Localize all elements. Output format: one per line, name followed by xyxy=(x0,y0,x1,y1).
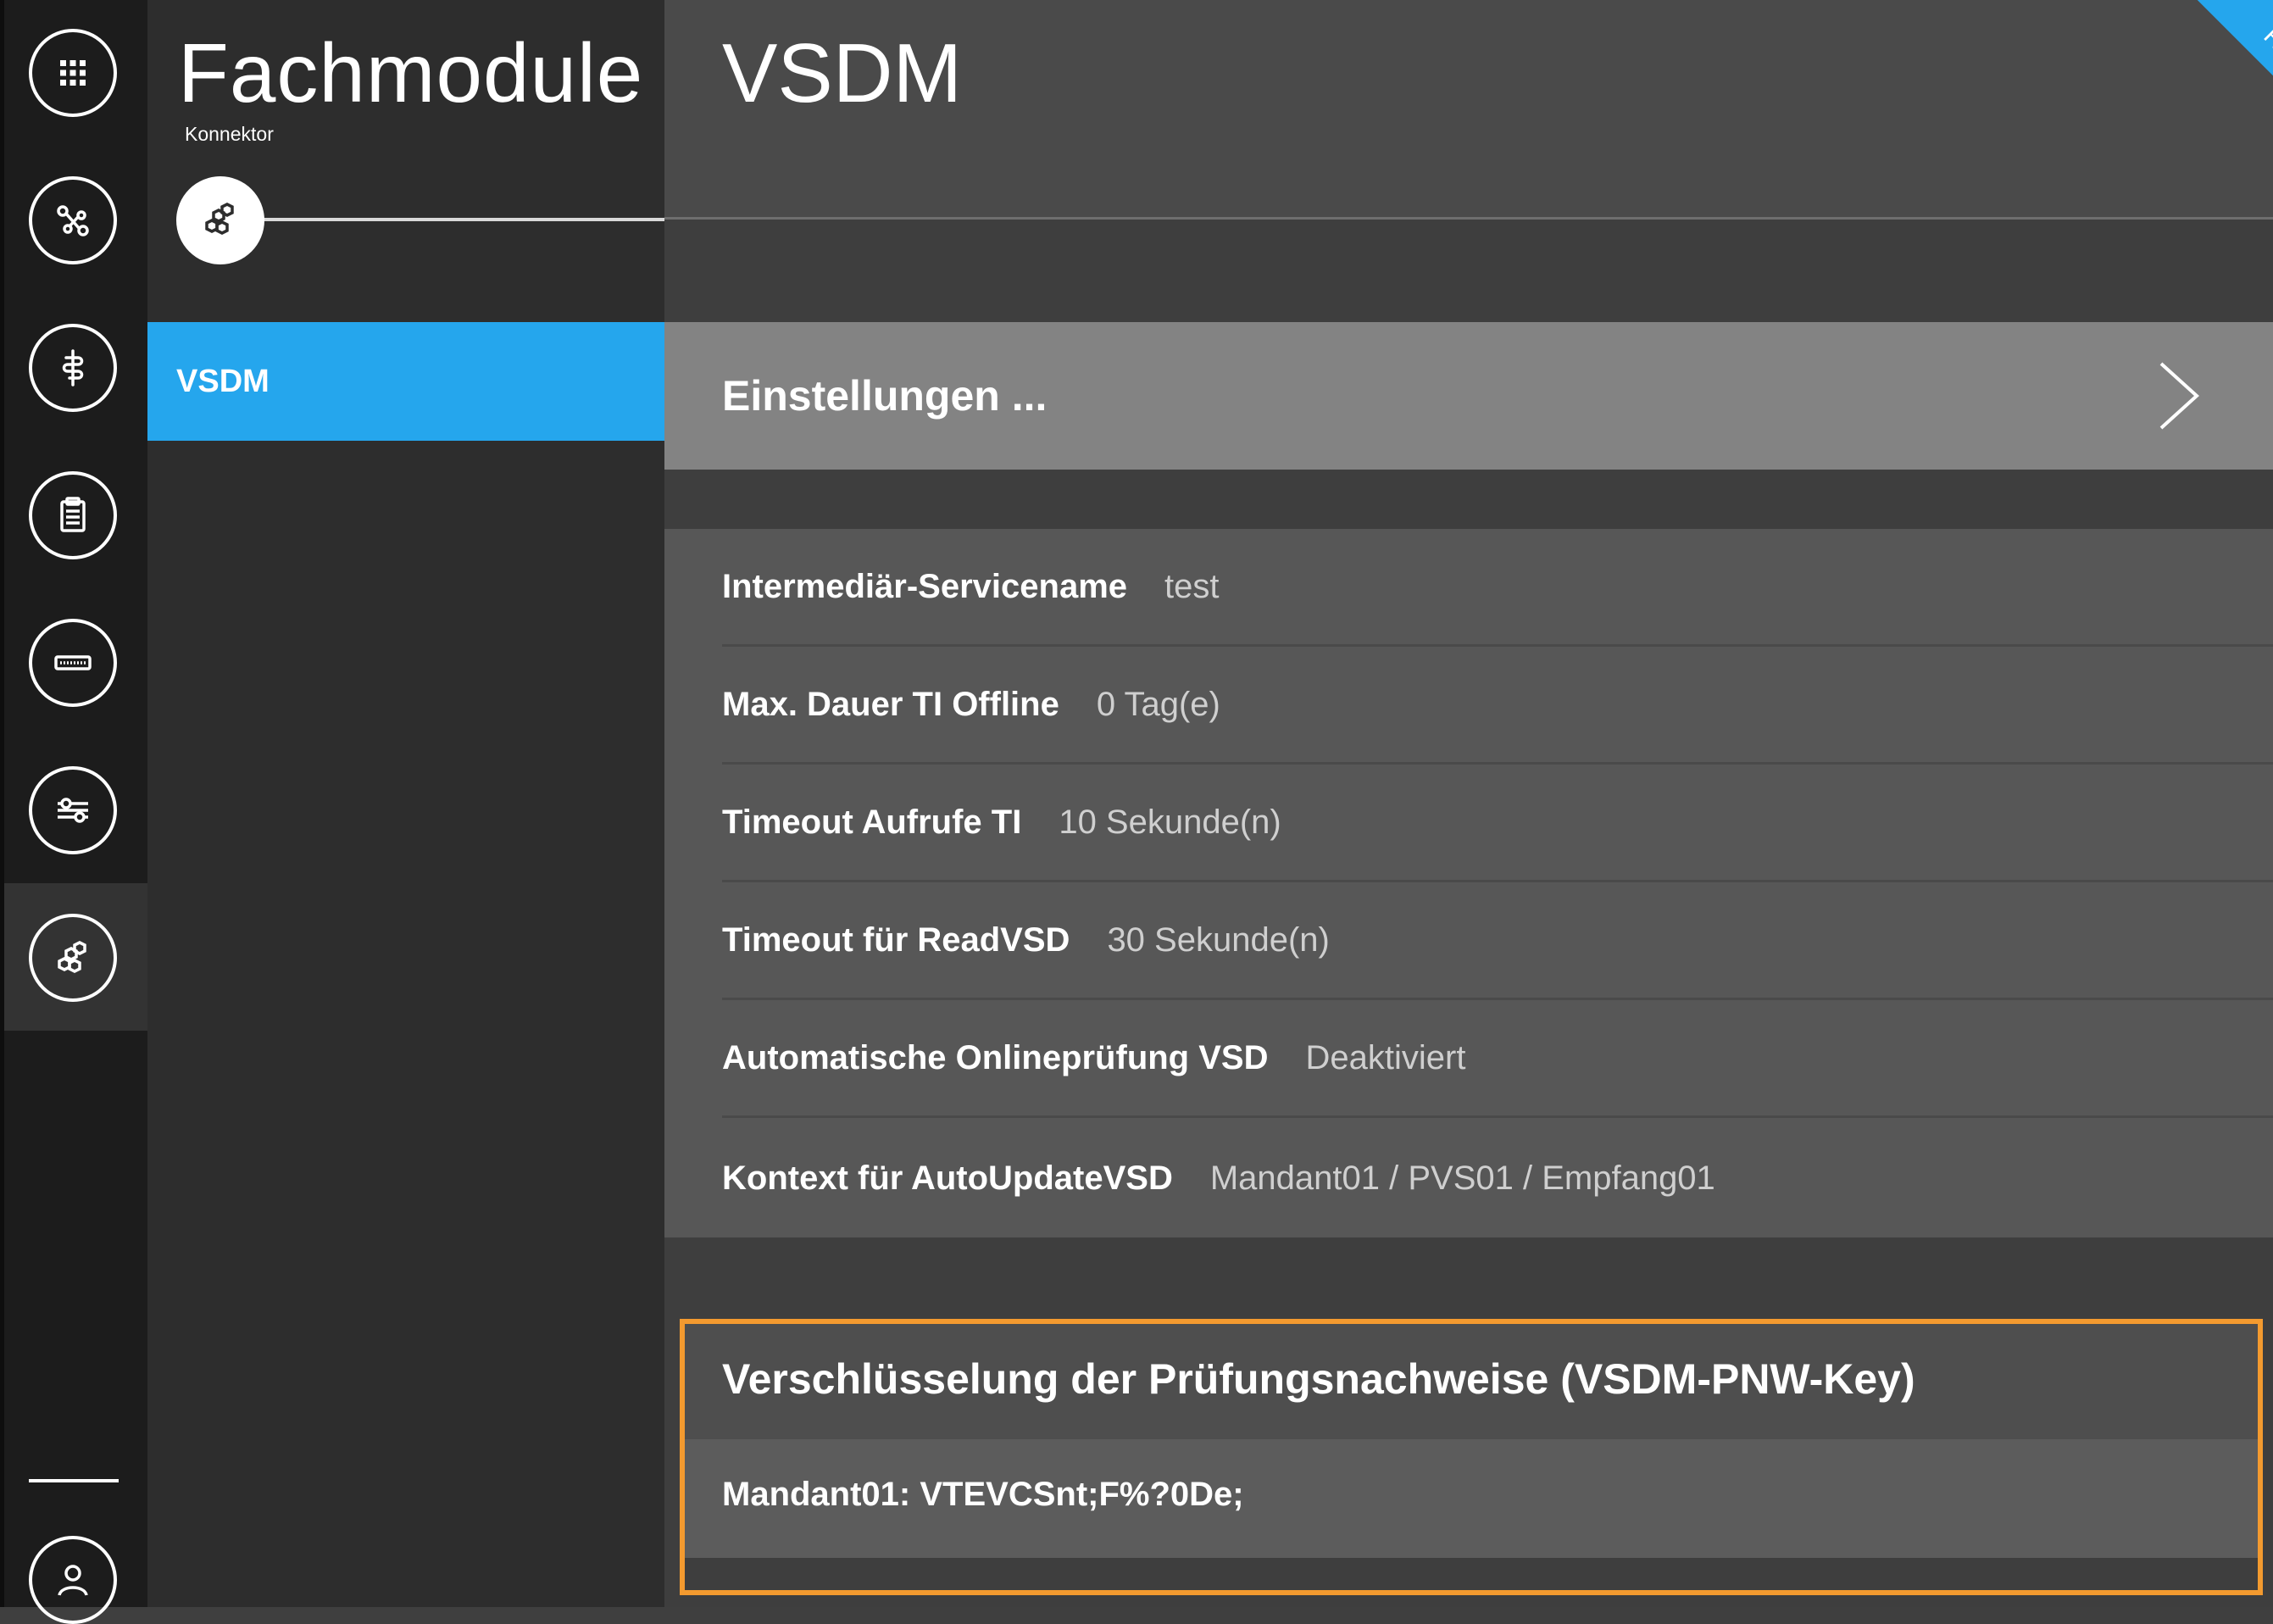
property-label: Intermediär-Servicename xyxy=(722,567,1128,605)
nav-title: Fachmodule xyxy=(178,26,644,120)
medical-caduceus-icon[interactable] xyxy=(29,324,117,412)
nav-item-vsdm[interactable]: VSDM xyxy=(147,322,664,441)
hexagon-modules-icon[interactable] xyxy=(29,914,117,1002)
property-value: 10 Sekunde(n) xyxy=(1059,803,1281,841)
property-row: Kontext für AutoUpdateVSD Mandant01 / PV… xyxy=(722,1120,2273,1237)
network-nodes-icon[interactable] xyxy=(29,176,117,264)
user-icon[interactable] xyxy=(29,1536,117,1624)
hexagon-modules-icon xyxy=(176,176,264,264)
property-row: Timeout Aufrufe TI 10 Sekunde(n) xyxy=(722,765,2273,882)
property-row: Timeout für ReadVSD 30 Sekunde(n) xyxy=(722,882,2273,1000)
sliders-settings-icon[interactable] xyxy=(29,766,117,854)
property-row: Automatische Onlineprüfung VSD Deaktivie… xyxy=(722,1000,2273,1118)
header-divider xyxy=(664,217,2273,220)
page-title: VSDM xyxy=(722,26,963,120)
property-label: Automatische Onlineprüfung VSD xyxy=(722,1038,1269,1076)
property-label: Timeout Aufrufe TI xyxy=(722,803,1022,841)
property-value: Mandant01 / PVS01 / Empfang01 xyxy=(1209,1160,1715,1197)
property-value: 30 Sekunde(n) xyxy=(1107,920,1330,959)
property-value: 0 Tag(e) xyxy=(1096,685,1220,723)
chevron-right-icon[interactable] xyxy=(2153,360,2204,431)
rail-edge xyxy=(0,0,4,1607)
settings-button[interactable]: Einstellungen ... xyxy=(664,322,2273,470)
property-label: Timeout für ReadVSD xyxy=(722,920,1070,959)
property-row: Intermediär-Servicename test xyxy=(722,529,2273,647)
apps-grid-icon[interactable] xyxy=(29,29,117,117)
property-label: Max. Dauer TI Offline xyxy=(722,685,1059,723)
rail-divider xyxy=(29,1479,119,1482)
nav-divider xyxy=(254,218,664,221)
property-row: Max. Dauer TI Offline 0 Tag(e) xyxy=(722,647,2273,765)
property-value: test xyxy=(1164,567,1220,605)
card-terminal-icon[interactable] xyxy=(29,619,117,707)
property-label: Kontext für AutoUpdateVSD xyxy=(722,1160,1173,1197)
property-value: Deaktiviert xyxy=(1305,1038,1466,1076)
clipboard-icon[interactable] xyxy=(29,471,117,559)
highlight-frame xyxy=(680,1319,2263,1595)
nav-subtitle: Konnektor xyxy=(185,123,274,145)
